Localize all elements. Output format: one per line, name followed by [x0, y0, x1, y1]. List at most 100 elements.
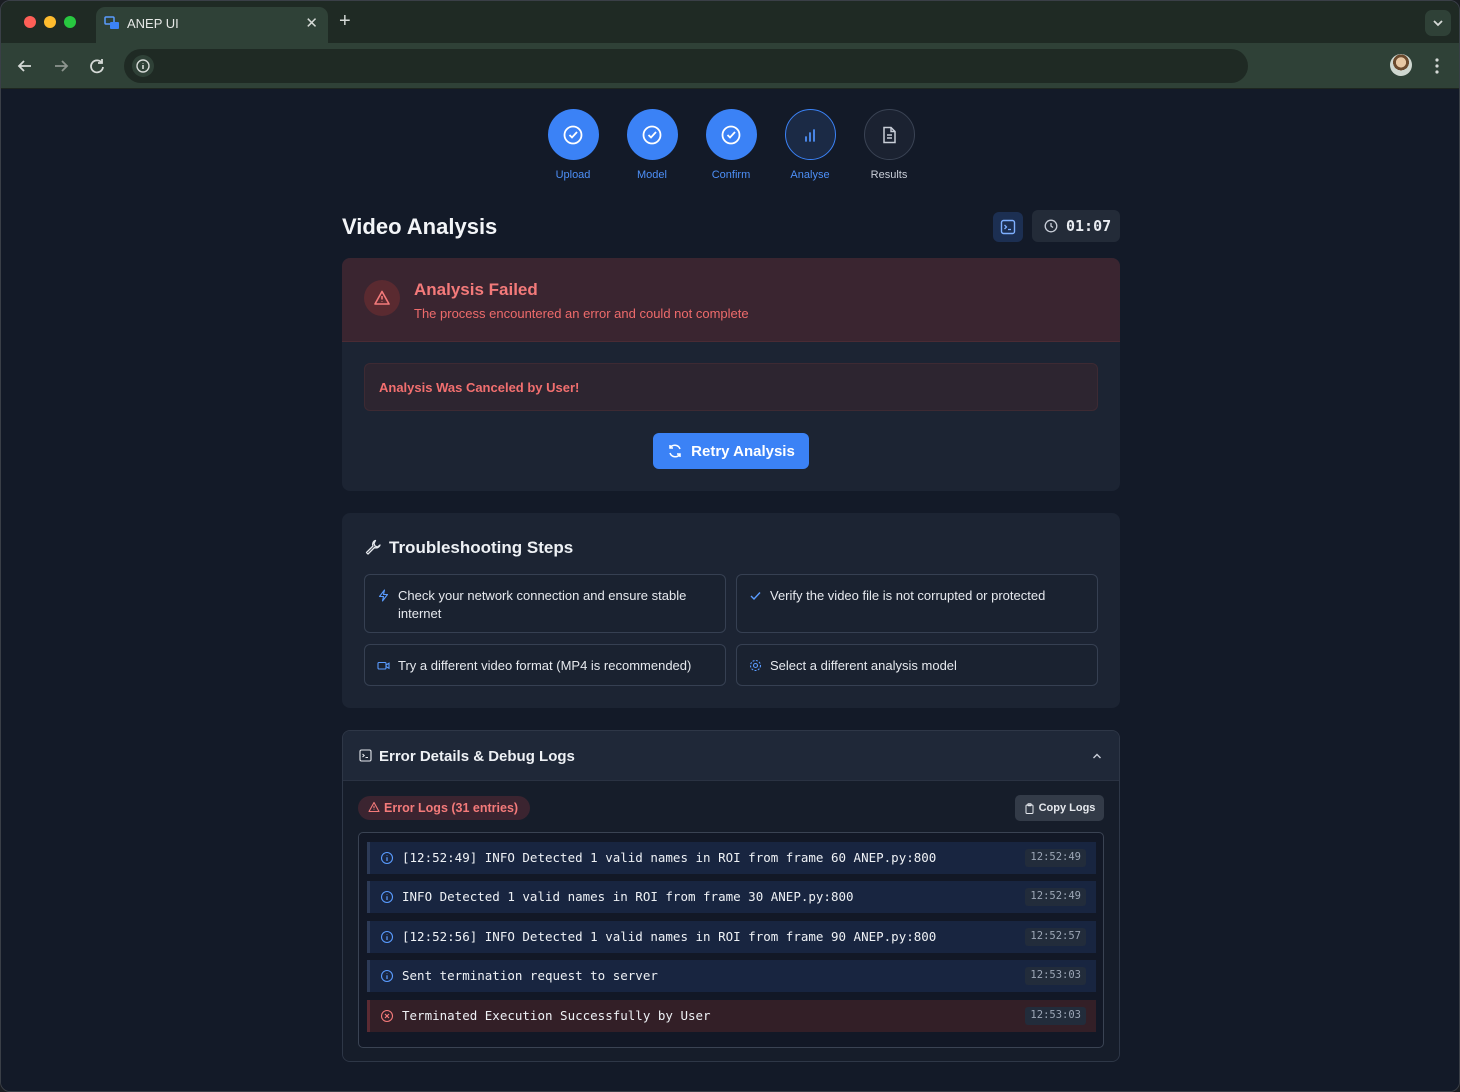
- refresh-icon: [669, 444, 681, 458]
- debug-logs-header[interactable]: Error Details & Debug Logs: [343, 731, 1119, 781]
- reload-icon[interactable]: [86, 55, 108, 77]
- terminal-icon: [1000, 219, 1016, 235]
- page-title: Video Analysis: [342, 214, 498, 239]
- failure-subtitle: The process encountered an error and cou…: [414, 306, 749, 321]
- check-circle-icon: [547, 109, 599, 160]
- retry-analysis-button[interactable]: Retry Analysis: [653, 433, 809, 469]
- check-circle-icon: [705, 109, 757, 160]
- tip-text: Check your network connection and ensure…: [398, 588, 687, 621]
- log-text: Terminated Execution Successfully by Use…: [402, 1008, 711, 1023]
- step-confirm[interactable]: Confirm: [691, 109, 771, 181]
- chevron-up-icon[interactable]: [1091, 750, 1103, 762]
- error-circle-icon: [380, 1009, 394, 1023]
- log-entry-error: Terminated Execution Successfully by Use…: [367, 1000, 1096, 1032]
- forward-icon[interactable]: [50, 55, 72, 77]
- settings-icon: [749, 659, 762, 672]
- browser-window: ANEP UI ✕ + Upload Model Confirm Analyse…: [0, 0, 1460, 1092]
- log-timestamp: 12:52:49: [1025, 888, 1086, 906]
- debug-logs-body: Error Logs (31 entries) Copy Logs [12:52…: [343, 781, 1119, 1061]
- log-text: [12:52:49] INFO Detected 1 valid names i…: [402, 850, 937, 865]
- info-icon: [380, 851, 394, 865]
- tip-model: Select a different analysis model: [736, 644, 1098, 686]
- copy-logs-label: Copy Logs: [1038, 802, 1096, 814]
- log-entry: INFO Detected 1 valid names in ROI from …: [367, 881, 1096, 913]
- timer-value: 01:07: [1066, 217, 1112, 235]
- clock-icon: [1044, 219, 1058, 233]
- video-icon: [377, 661, 390, 670]
- wrench-icon: [365, 539, 381, 555]
- step-results[interactable]: Results: [849, 109, 929, 181]
- log-text: [12:52:56] INFO Detected 1 valid names i…: [402, 929, 937, 944]
- app-favicon-icon: [104, 16, 119, 29]
- tip-video-file: Verify the video file is not corrupted o…: [736, 574, 1098, 633]
- log-entry: [12:52:49] INFO Detected 1 valid names i…: [367, 842, 1096, 874]
- progress-stepper: Upload Model Confirm Analyse Results: [1, 90, 1459, 190]
- error-logs-count: Error Logs (31 entries): [384, 801, 519, 815]
- debug-logs-panel: Error Details & Debug Logs Error Logs (3…: [342, 730, 1120, 1062]
- step-analyse[interactable]: Analyse: [770, 109, 850, 181]
- step-label: Model: [637, 169, 667, 181]
- document-icon: [863, 109, 915, 160]
- failure-message: Analysis Was Canceled by User!: [364, 363, 1098, 411]
- copy-logs-button[interactable]: Copy Logs: [1015, 795, 1104, 821]
- clipboard-icon: [1025, 802, 1034, 814]
- log-text: Sent termination request to server: [402, 968, 658, 983]
- bar-chart-icon: [784, 109, 836, 160]
- step-label: Upload: [555, 169, 591, 181]
- check-circle-icon: [626, 109, 678, 160]
- step-label: Results: [870, 169, 908, 181]
- chevron-down-icon: [1433, 20, 1443, 27]
- log-text: INFO Detected 1 valid names in ROI from …: [402, 889, 854, 904]
- log-timestamp: 12:53:03: [1025, 967, 1086, 985]
- step-label: Analyse: [790, 169, 830, 181]
- tip-text: Try a different video format (MP4 is rec…: [398, 658, 692, 673]
- log-list: [12:52:49] INFO Detected 1 valid names i…: [358, 832, 1104, 1048]
- step-label: Confirm: [711, 169, 751, 181]
- check-icon: [750, 592, 761, 601]
- troubleshooting-card: Troubleshooting Steps Check your network…: [342, 513, 1120, 708]
- warning-icon: [368, 801, 380, 813]
- new-tab-button[interactable]: +: [339, 11, 351, 31]
- back-icon[interactable]: [14, 55, 36, 77]
- elapsed-timer: 01:07: [1032, 210, 1120, 242]
- close-window-button[interactable]: [24, 16, 36, 28]
- site-info-icon[interactable]: [132, 55, 154, 77]
- tip-video-format: Try a different video format (MP4 is rec…: [364, 644, 726, 686]
- log-entry: Sent termination request to server 12:53…: [367, 960, 1096, 992]
- error-logs-badge: Error Logs (31 entries): [358, 796, 531, 820]
- info-icon: [380, 969, 394, 983]
- info-icon: [380, 930, 394, 944]
- more-menu-icon[interactable]: [1429, 55, 1445, 77]
- log-timestamp: 12:52:49: [1025, 849, 1086, 867]
- tip-text: Select a different analysis model: [770, 658, 957, 673]
- terminal-toggle-button[interactable]: [993, 212, 1023, 242]
- step-upload[interactable]: Upload: [533, 109, 613, 181]
- page-content: Upload Model Confirm Analyse Results Vid…: [1, 90, 1459, 1091]
- tab-title: ANEP UI: [127, 16, 179, 31]
- terminal-icon: [359, 749, 372, 762]
- tab-close-icon[interactable]: ✕: [305, 14, 318, 32]
- address-bar[interactable]: [124, 49, 1248, 83]
- log-timestamp: 12:53:03: [1025, 1007, 1086, 1025]
- tip-text: Verify the video file is not corrupted o…: [770, 588, 1046, 603]
- retry-label: Retry Analysis: [691, 442, 795, 460]
- log-timestamp: 12:52:57: [1025, 928, 1086, 946]
- failure-header: Analysis Failed The process encountered …: [342, 258, 1120, 342]
- debug-logs-title: Error Details & Debug Logs: [379, 748, 575, 765]
- failure-card: Analysis Failed The process encountered …: [342, 258, 1120, 491]
- log-entry: [12:52:56] INFO Detected 1 valid names i…: [367, 921, 1096, 953]
- info-icon: [380, 890, 394, 904]
- minimize-window-button[interactable]: [44, 16, 56, 28]
- tip-network: Check your network connection and ensure…: [364, 574, 726, 633]
- tab-strip: ANEP UI ✕ +: [1, 1, 1459, 43]
- step-model[interactable]: Model: [612, 109, 692, 181]
- failure-title: Analysis Failed: [414, 280, 538, 299]
- tab-search-button[interactable]: [1425, 10, 1451, 36]
- warning-icon: [364, 280, 400, 316]
- troubleshooting-title: Troubleshooting Steps: [389, 538, 574, 557]
- browser-toolbar: [1, 43, 1459, 89]
- maximize-window-button[interactable]: [64, 16, 76, 28]
- profile-avatar[interactable]: [1390, 54, 1412, 76]
- lightning-icon: [378, 589, 389, 602]
- browser-tab[interactable]: ANEP UI ✕: [96, 7, 328, 43]
